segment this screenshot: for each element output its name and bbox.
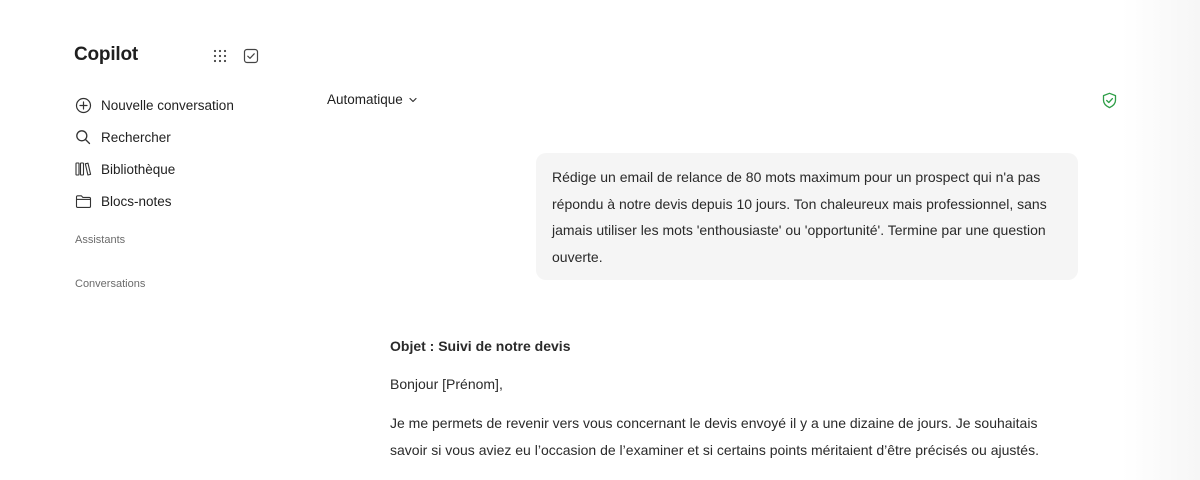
folder-icon <box>74 192 92 210</box>
sidebar-item-new-conversation[interactable]: Nouvelle conversation <box>74 89 234 121</box>
chevron-down-icon <box>408 95 418 105</box>
model-selector[interactable]: Automatique <box>327 92 418 107</box>
sidebar-item-label: Blocs-notes <box>101 193 172 209</box>
apps-grid-icon[interactable] <box>211 47 229 65</box>
reply-subject: Objet : Suivi de notre devis <box>390 338 571 354</box>
sidebar-nav: Nouvelle conversation Rechercher Bibliot… <box>74 89 234 217</box>
tasks-check-icon[interactable] <box>242 47 260 65</box>
model-selector-label: Automatique <box>327 92 403 107</box>
library-icon <box>74 160 92 178</box>
sidebar-item-notebooks[interactable]: Blocs-notes <box>74 185 234 217</box>
app-title: Copilot <box>74 44 139 65</box>
sidebar-item-library[interactable]: Bibliothèque <box>74 153 234 185</box>
sidebar-item-label: Rechercher <box>101 129 171 145</box>
reply-paragraph: Je me permets de revenir vers vous conce… <box>390 415 1039 458</box>
section-label-conversations: Conversations <box>75 278 146 290</box>
plus-circle-icon <box>74 96 92 114</box>
assistant-reply: Objet : Suivi de notre devis Bonjour [Pr… <box>390 334 1050 463</box>
right-edge-tint <box>1122 0 1200 480</box>
sidebar-item-label: Bibliothèque <box>101 161 176 177</box>
main-panel: Automatique Rédige un email de relance d… <box>300 0 1200 480</box>
sidebar-item-search[interactable]: Rechercher <box>74 121 234 153</box>
sidebar-item-label: Nouvelle conversation <box>101 97 234 113</box>
reply-greeting: Bonjour [Prénom], <box>390 376 503 392</box>
user-message: Rédige un email de relance de 80 mots ma… <box>536 153 1078 280</box>
shield-check-icon[interactable] <box>1101 92 1118 109</box>
search-icon <box>74 128 92 146</box>
sidebar: Copilot Nouvelle conversation Rechercher… <box>0 0 300 480</box>
section-label-assistants: Assistants <box>75 234 126 246</box>
